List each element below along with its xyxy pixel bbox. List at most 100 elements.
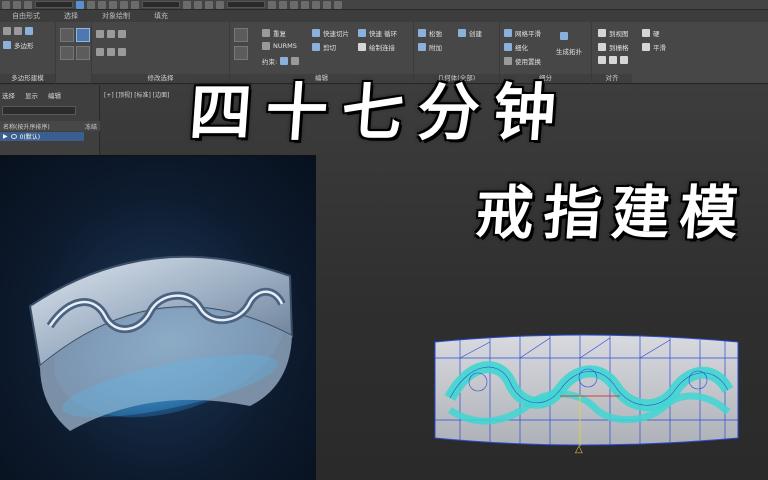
quick-slice-button[interactable]: 快速切片	[323, 28, 349, 38]
group-modify-selection-a	[56, 22, 92, 84]
link-icon[interactable]	[24, 0, 32, 9]
select-object-icon[interactable]	[76, 0, 84, 9]
cut-button[interactable]: 剪切	[323, 42, 336, 52]
tab-edit[interactable]: 编辑	[48, 90, 61, 100]
attach-button[interactable]: 附加	[429, 42, 442, 52]
step-loop-icon[interactable]	[107, 30, 115, 38]
swift-loop-button[interactable]: 快速 循环	[369, 28, 397, 38]
redo-icon[interactable]	[13, 0, 21, 9]
hard-icon[interactable]	[642, 29, 650, 37]
ribbon-tabs: 自由形式 选择 对象绘制 填充	[0, 10, 768, 22]
to-grid-button[interactable]: 到栅格	[609, 42, 629, 52]
repeat-button[interactable]: 重复	[273, 28, 286, 38]
align-icon[interactable]	[279, 0, 287, 9]
angle-snap-icon[interactable]	[205, 0, 213, 9]
to-view-icon[interactable]	[598, 29, 606, 37]
ring-model[interactable]: △	[420, 320, 746, 460]
tweak-button[interactable]	[234, 46, 248, 60]
tab-display[interactable]: 显示	[25, 90, 38, 100]
rotate-icon[interactable]	[120, 0, 128, 9]
scale-icon[interactable]	[131, 0, 139, 9]
group-label: 多边形建模	[0, 74, 55, 83]
loop-button[interactable]	[76, 28, 90, 42]
repeat-icon[interactable]	[262, 29, 270, 37]
expand-icon[interactable]	[96, 30, 104, 38]
tessellate-icon[interactable]	[504, 43, 512, 51]
dot-ring-icon[interactable]	[118, 48, 126, 56]
tab-select[interactable]: 选择	[2, 90, 15, 100]
snap-icon[interactable]	[194, 0, 202, 9]
border-icon[interactable]	[25, 27, 33, 35]
percent-snap-icon[interactable]	[216, 0, 224, 9]
rectangle-select-icon[interactable]	[98, 0, 106, 9]
nurms-button[interactable]: NURMS	[273, 42, 297, 50]
to-grid-icon[interactable]	[598, 43, 606, 51]
curve-editor-icon[interactable]	[301, 0, 309, 9]
group-polygon-modeling: 多边形 多边形建模	[0, 22, 56, 84]
mesh-smooth-button[interactable]: 网格平滑	[515, 28, 541, 38]
nurms-icon[interactable]	[262, 42, 270, 50]
vertex-icon[interactable]	[3, 27, 11, 35]
tab-populate[interactable]: 填充	[142, 11, 180, 21]
hard-button[interactable]: 硬	[653, 28, 660, 38]
preserve-uvs-button[interactable]	[234, 28, 248, 42]
polygon-icon[interactable]	[3, 41, 11, 49]
viewport-label[interactable]: [+] [顶视] [标准] [边面]	[104, 90, 169, 99]
pivot-icon[interactable]	[183, 0, 191, 9]
video-subtitle: 戒指建模	[473, 179, 751, 247]
layer-explorer-icon[interactable]	[290, 0, 298, 9]
frozen-column-header[interactable]: 冻结	[85, 122, 97, 131]
align-z-icon[interactable]	[620, 56, 628, 64]
search-input[interactable]	[2, 106, 76, 115]
selection-filter-dropdown[interactable]	[35, 1, 73, 8]
select-by-name-icon[interactable]	[87, 0, 95, 9]
reference-ring-illustration	[28, 255, 294, 431]
main-toolbar	[0, 0, 768, 10]
tab-selection[interactable]: 选择	[52, 11, 90, 21]
eye-icon[interactable]	[10, 134, 17, 139]
relax-button[interactable]: 松弛	[429, 28, 442, 38]
reference-image	[0, 155, 316, 480]
reference-coordinate-dropdown[interactable]	[142, 1, 180, 8]
mirror-icon[interactable]	[268, 0, 276, 9]
shrink-loop-icon[interactable]	[96, 48, 104, 56]
generate-topology-icon[interactable]	[560, 32, 568, 40]
render-setup-icon[interactable]	[323, 0, 331, 9]
tab-object-paint[interactable]: 对象绘制	[90, 11, 142, 21]
render-icon[interactable]	[334, 0, 342, 9]
smooth-icon[interactable]	[642, 43, 650, 51]
shrink-button[interactable]	[76, 46, 90, 60]
smooth-button[interactable]: 平滑	[653, 42, 666, 52]
dot-loop-icon[interactable]	[118, 30, 126, 38]
undo-icon[interactable]	[2, 0, 10, 9]
create-button[interactable]: 创建	[469, 28, 482, 38]
ring-body	[434, 334, 739, 446]
swift-loop-icon[interactable]	[358, 29, 366, 37]
layer-row[interactable]: ▶ 0(默认)	[0, 132, 84, 141]
tab-freeform[interactable]: 自由形式	[0, 11, 52, 21]
align-y-icon[interactable]	[609, 56, 617, 64]
attach-icon[interactable]	[418, 43, 426, 51]
name-column-header[interactable]: 名称(按升序排序)	[3, 122, 50, 131]
create-icon[interactable]	[458, 29, 466, 37]
tessellate-button[interactable]: 细化	[515, 42, 528, 52]
quick-slice-icon[interactable]	[312, 29, 320, 37]
mesh-smooth-icon[interactable]	[504, 29, 512, 37]
generate-topology-button[interactable]: 生成拓扑	[556, 46, 582, 56]
cut-icon[interactable]	[312, 43, 320, 51]
material-editor-icon[interactable]	[312, 0, 320, 9]
edge-icon[interactable]	[14, 27, 22, 35]
named-selection-dropdown[interactable]	[227, 1, 265, 8]
to-view-button[interactable]: 到视图	[609, 28, 629, 38]
expand-arrow-icon[interactable]: ▶	[3, 133, 8, 140]
ring-button[interactable]	[60, 46, 74, 60]
gizmo-marker-icon[interactable]: △	[575, 444, 583, 455]
column-header: 名称(按升序排序) 冻结	[0, 121, 100, 131]
grow-button[interactable]	[60, 28, 74, 42]
step-ring-icon[interactable]	[107, 48, 115, 56]
paint-connect-button[interactable]: 绘制连接	[369, 42, 395, 52]
relax-icon[interactable]	[418, 29, 426, 37]
paint-connect-icon[interactable]	[358, 43, 366, 51]
move-icon[interactable]	[109, 0, 117, 9]
align-x-icon[interactable]	[598, 56, 606, 64]
